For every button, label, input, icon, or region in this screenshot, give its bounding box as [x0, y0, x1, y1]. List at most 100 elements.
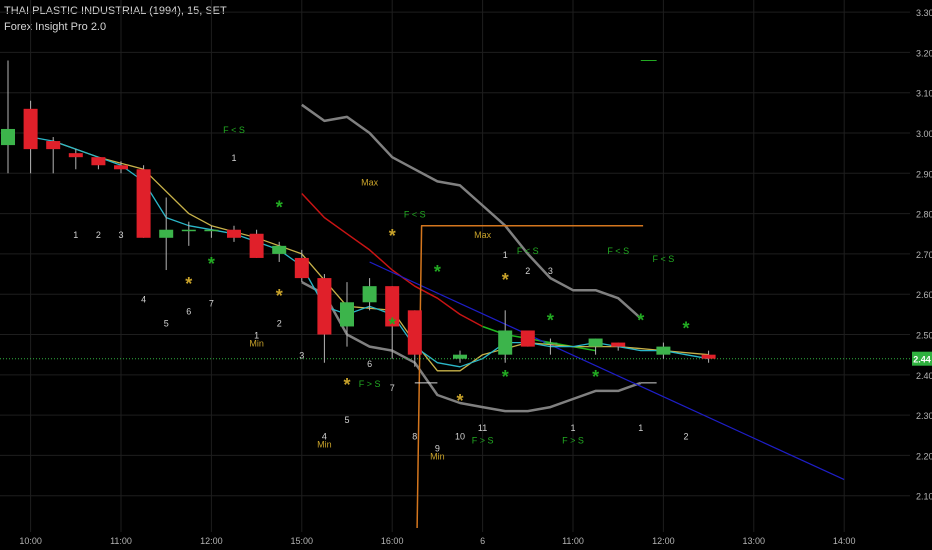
y-tick-label: 3.00	[916, 129, 932, 139]
annotation-label: 11	[478, 423, 487, 433]
candle-body	[453, 354, 467, 359]
y-tick-label: 2.50	[916, 331, 932, 341]
y-tick-label: 3.30	[916, 8, 932, 18]
candle-body	[204, 229, 219, 232]
star-marker: *	[276, 286, 283, 306]
price-chart[interactable]: 1 2 345671F < S1Min234Min56F > S 7MaxF < S8…	[0, 0, 932, 550]
slow-ma-line	[52, 140, 709, 372]
candle-body	[181, 229, 196, 232]
star-marker: *	[682, 318, 689, 338]
annotation-label: F < S	[517, 246, 539, 256]
star-marker: *	[637, 310, 644, 330]
annotation-label: Max	[474, 230, 492, 240]
grid	[0, 0, 910, 532]
x-tick-label: 16:00	[381, 536, 404, 546]
y-tick-label: 2.20	[916, 451, 932, 461]
annotation-label: F < S	[404, 210, 426, 220]
candle-body	[23, 108, 38, 150]
x-tick-label: 11:00	[562, 536, 584, 546]
star-marker: *	[456, 391, 463, 411]
x-tick-label: 6	[480, 536, 485, 546]
x-tick-label: 11:00	[110, 536, 132, 546]
annotation-label: F < S	[607, 246, 629, 256]
candle-body	[543, 342, 558, 345]
band-upper-line	[301, 103, 642, 320]
candle-body	[46, 141, 61, 150]
candle-body	[656, 346, 671, 355]
candle-body	[498, 330, 513, 355]
x-tick-label: 13:00	[743, 536, 766, 546]
candle-body	[520, 330, 535, 347]
annotation-label: Min	[430, 451, 445, 461]
star-marker: *	[547, 310, 554, 330]
y-tick-label: 2.60	[916, 290, 932, 300]
x-tick-label: 12:00	[200, 536, 223, 546]
candle-body	[114, 165, 128, 170]
x-tick-label: 12:00	[652, 536, 675, 546]
annotation-label: 7	[209, 298, 214, 308]
annotation-label: 1	[231, 153, 236, 163]
candle-body	[407, 310, 422, 355]
candle-body	[317, 278, 332, 335]
x-tick-label: 14:00	[833, 536, 856, 546]
annotation-label: 6	[186, 306, 191, 316]
y-tick-label: 2.10	[916, 492, 932, 502]
star-marker: *	[502, 367, 509, 387]
y-tick-label: 3.20	[916, 48, 932, 58]
x-tick-label: 10:00	[19, 536, 42, 546]
annotation-label: 2	[683, 431, 688, 441]
candle-body	[91, 157, 106, 166]
annotation-label: 3	[118, 230, 123, 240]
annotation-label: F < S	[653, 254, 675, 264]
star-marker: *	[434, 262, 441, 282]
annotation-label: 1	[638, 423, 643, 433]
candle-body	[588, 338, 603, 347]
star-marker: *	[389, 314, 396, 334]
annotation-label: 7	[390, 383, 395, 393]
y-tick-label: 2.80	[916, 210, 932, 220]
candle-body	[227, 229, 241, 238]
y-tick-label: 2.40	[916, 371, 932, 381]
star-marker: *	[343, 375, 350, 395]
candle-body	[294, 257, 309, 279]
annotation-label: 1	[73, 230, 78, 240]
annotation-label: 5	[164, 318, 169, 328]
candle-body	[272, 245, 287, 254]
candle-body	[1, 128, 15, 146]
annotation-label: 4	[141, 294, 146, 304]
annotation-label: 2	[277, 318, 282, 328]
annotation-label: Max	[361, 177, 379, 187]
annotation-label: 1	[503, 250, 508, 260]
annotations: 1 2 345671F < S1Min234Min56F > S 7MaxF < S8…	[73, 125, 689, 461]
annotation-label: 10	[455, 431, 465, 441]
annotation-label: 1	[570, 423, 575, 433]
annotation-label: 3	[548, 266, 553, 276]
star-marker: *	[502, 270, 509, 290]
axes: 3.30 3.20 3.10 3.00 2.90 2.80 2.70 2.60 2.50 2.40…	[19, 8, 932, 546]
candle-body	[68, 153, 83, 158]
star-marker: *	[592, 367, 599, 387]
annotation-label: 5	[344, 415, 349, 425]
annotation-label: Min	[249, 339, 264, 349]
annotation-label: F < S	[223, 125, 245, 135]
star-marker: *	[389, 226, 396, 246]
annotation-label: 2	[525, 266, 530, 276]
candle-body	[159, 229, 174, 238]
y-tick-label: 2.90	[916, 169, 932, 179]
star-marker: *	[276, 198, 283, 218]
last-price-label: 2.44	[913, 355, 931, 365]
annotation-label: F > S	[359, 379, 381, 389]
candle-body	[701, 354, 716, 359]
y-tick-label: 2.30	[916, 411, 932, 421]
annotation-label: Min	[317, 439, 332, 449]
annotation-label: F > S	[562, 435, 584, 445]
annotation-label: 8	[412, 431, 417, 441]
star-marker: *	[185, 274, 192, 294]
annotation-label: 2	[96, 230, 101, 240]
star-marker: *	[208, 254, 215, 274]
candle-body	[362, 286, 377, 303]
y-tick-label: 2.70	[916, 250, 932, 260]
candle-body	[611, 342, 626, 347]
annotation-label: 6	[367, 359, 372, 369]
annotation-label: 3	[299, 351, 304, 361]
